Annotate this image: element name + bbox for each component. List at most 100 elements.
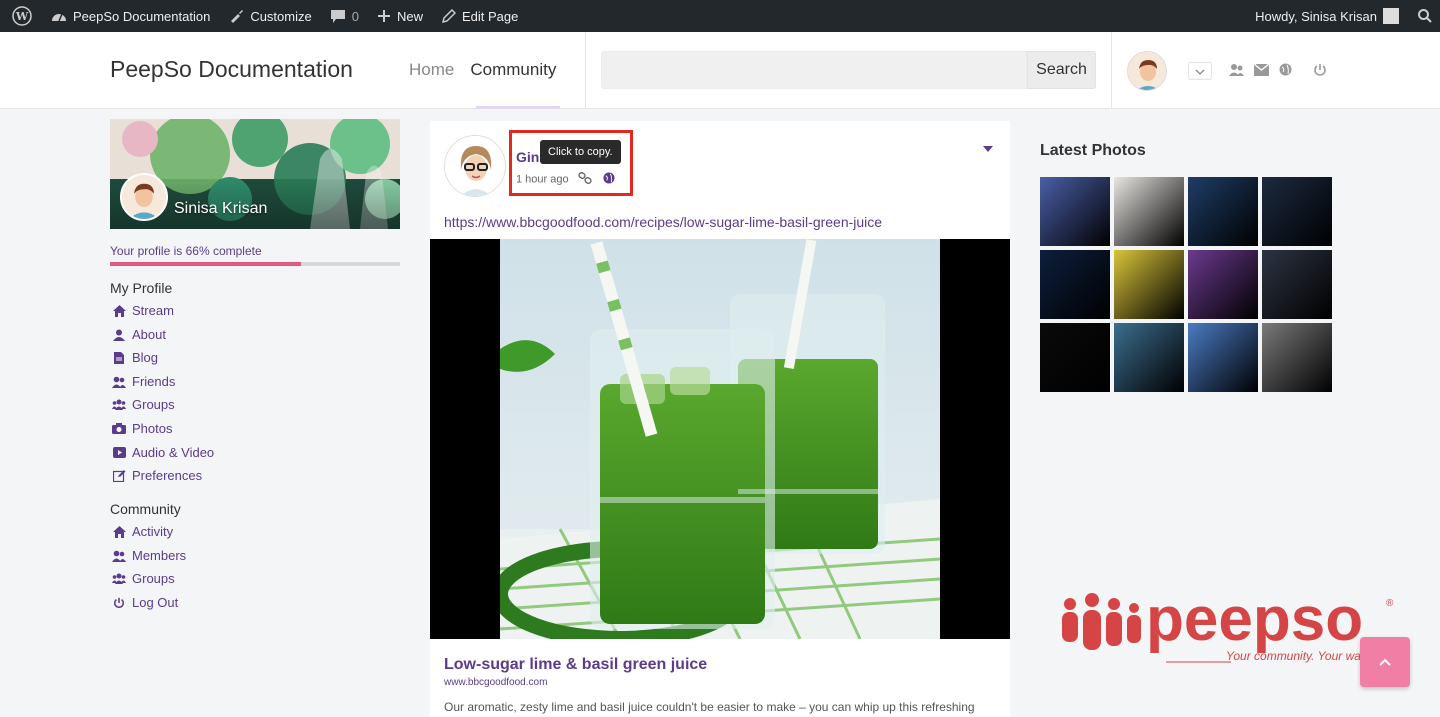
site-header: PeepSo Documentation Home Community Sear…	[0, 32, 1440, 109]
user-avatar[interactable]	[1127, 51, 1167, 91]
post-options-caret-icon[interactable]	[983, 139, 993, 157]
latest-photo-thumb[interactable]	[1188, 250, 1258, 319]
nav-active-indicator	[476, 106, 560, 109]
menu-friends[interactable]: Friends	[112, 374, 175, 389]
nav-home[interactable]: Home	[409, 60, 454, 80]
header-divider	[585, 32, 586, 109]
comments-count: 0	[351, 8, 359, 24]
latest-photo-thumb[interactable]	[1262, 177, 1332, 246]
plus-icon	[377, 9, 391, 23]
power-icon	[112, 596, 126, 610]
new-content-link[interactable]: New	[368, 0, 432, 32]
menu-audio-video[interactable]: Audio & Video	[112, 445, 214, 460]
menu-photos[interactable]: Photos	[112, 421, 172, 436]
scroll-to-top-button[interactable]	[1360, 637, 1410, 687]
latest-photo-thumb[interactable]	[1188, 177, 1258, 246]
svg-text:W: W	[15, 10, 29, 23]
document-icon	[112, 351, 126, 365]
latest-photo-thumb[interactable]	[1040, 250, 1110, 319]
post-media[interactable]	[430, 239, 1010, 639]
new-label: New	[396, 8, 423, 24]
peepso-logo: peepso ® Your community. Your way.	[1056, 585, 1406, 670]
dashboard-icon	[51, 9, 67, 23]
menu-label: Friends	[132, 374, 176, 389]
pencil-icon	[441, 8, 456, 24]
home-icon	[112, 525, 126, 539]
group-icon	[112, 398, 126, 412]
profile-name[interactable]: Sinisa Krisan	[174, 200, 267, 218]
edit-page-label: Edit Page	[461, 8, 519, 24]
power-icon[interactable]	[1313, 63, 1327, 82]
green-juice-photo	[500, 239, 940, 639]
friends-icon	[112, 549, 126, 563]
menu-members[interactable]: Members	[112, 548, 186, 563]
site-title[interactable]: PeepSo Documentation	[110, 56, 353, 83]
community-heading: Community	[110, 501, 181, 517]
menu-about[interactable]: About	[112, 327, 166, 342]
menu-label: Activity	[132, 524, 174, 539]
profile-completeness-bar	[110, 262, 400, 266]
admin-search-icon[interactable]	[1408, 0, 1440, 32]
peepso-tagline: Your community. Your way.	[1226, 649, 1369, 663]
latest-photo-thumb[interactable]	[1114, 177, 1184, 246]
search-input[interactable]	[601, 51, 1027, 89]
menu-community-groups[interactable]: Groups	[112, 571, 175, 586]
post-author-avatar[interactable]	[444, 135, 506, 197]
edit-page-link[interactable]: Edit Page	[432, 0, 527, 32]
latest-photo-thumb[interactable]	[1188, 323, 1258, 392]
link-preview-description: Our aromatic, zesty lime and basil juice…	[444, 700, 975, 714]
comments-link[interactable]: 0	[321, 0, 368, 32]
latest-photo-thumb[interactable]	[1040, 177, 1110, 246]
comment-icon	[330, 9, 346, 24]
menu-preferences[interactable]: Preferences	[112, 468, 202, 483]
link-preview-title[interactable]: Low-sugar lime & basil green juice	[444, 656, 707, 674]
account-menu[interactable]: Howdy, Sinisa Krisan	[1246, 0, 1408, 32]
latest-photo-thumb[interactable]	[1040, 323, 1110, 392]
peepso-wordmark: peepso	[1146, 590, 1363, 654]
menu-blog[interactable]: Blog	[112, 350, 158, 365]
header-divider	[1111, 32, 1112, 109]
menu-label: Preferences	[132, 468, 203, 483]
menu-label: Stream	[132, 303, 174, 318]
activity-post: Gin 1 hour ago Click to copy. https://ww…	[430, 121, 1010, 717]
latest-photo-thumb[interactable]	[1262, 323, 1332, 392]
chevron-down-icon	[1195, 62, 1205, 80]
menu-label: Log Out	[132, 595, 179, 610]
link-preview-domain[interactable]: www.bbcgoodfood.com	[444, 677, 547, 688]
group-icon	[112, 572, 126, 586]
video-icon	[112, 446, 126, 460]
latest-photo-thumb[interactable]	[1262, 250, 1332, 319]
profile-completeness-text: Your profile is 66% complete	[110, 244, 262, 258]
edit-icon	[112, 469, 126, 483]
messages-icon[interactable]	[1253, 63, 1270, 81]
search-button[interactable]: Search	[1027, 51, 1096, 89]
profile-cover[interactable]: Sinisa Krisan	[110, 119, 400, 229]
menu-label: About	[132, 327, 166, 342]
latest-photo-thumb[interactable]	[1114, 323, 1184, 392]
admin-site-link[interactable]: PeepSo Documentation	[42, 0, 219, 32]
wordpress-logo-icon[interactable]: W	[0, 0, 42, 32]
post-link-url[interactable]: https://www.bbcgoodfood.com/recipes/low-…	[444, 214, 882, 230]
nav-community[interactable]: Community	[470, 60, 556, 80]
admin-avatar	[1383, 8, 1399, 24]
annotation-highlight-box	[509, 130, 633, 196]
menu-activity[interactable]: Activity	[112, 524, 173, 539]
friends-icon[interactable]	[1229, 63, 1244, 82]
latest-photos-grid	[1040, 177, 1332, 392]
menu-logout[interactable]: Log Out	[112, 595, 178, 610]
menu-stream[interactable]: Stream	[112, 303, 174, 318]
customize-link[interactable]: Customize	[219, 0, 320, 32]
menu-label: Groups	[132, 397, 175, 412]
user-menu-toggle[interactable]	[1188, 62, 1212, 80]
menu-groups[interactable]: Groups	[112, 397, 175, 412]
friends-icon	[112, 375, 126, 389]
profile-avatar[interactable]	[120, 173, 168, 221]
latest-photo-thumb[interactable]	[1114, 250, 1184, 319]
main-nav: Home Community	[409, 60, 556, 80]
globe-icon[interactable]	[1279, 63, 1292, 81]
menu-label: Audio & Video	[132, 445, 215, 460]
brush-icon	[228, 8, 244, 24]
customize-label: Customize	[250, 8, 312, 24]
user-icon	[112, 328, 126, 342]
home-icon	[112, 304, 126, 318]
